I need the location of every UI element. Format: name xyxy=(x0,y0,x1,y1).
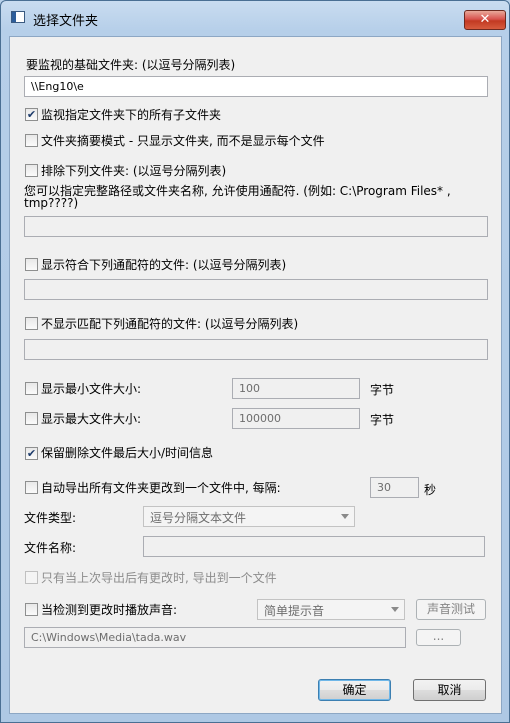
min-size-unit: 字节 xyxy=(370,383,395,397)
close-button[interactable]: ✕ xyxy=(464,10,506,30)
chevron-down-icon xyxy=(391,607,399,612)
title-bar[interactable]: 选择文件夹 ✕ xyxy=(1,1,509,33)
file-type-selected: 逗号分隔文本文件 xyxy=(150,511,247,525)
export-interval-value: 30 xyxy=(377,481,391,494)
file-type-label: 文件类型: xyxy=(24,511,77,525)
exclude-folders-label: 排除下列文件夹: (以逗号分隔列表) xyxy=(41,164,227,178)
base-folders-label: 要监视的基础文件夹: (以逗号分隔列表) xyxy=(26,58,236,72)
exclude-folders-checkbox[interactable] xyxy=(25,164,38,177)
include-wildcards-input[interactable] xyxy=(24,279,488,300)
file-name-input[interactable] xyxy=(143,536,485,557)
window-icon xyxy=(11,11,25,23)
browse-sound-button[interactable]: ... xyxy=(416,629,461,646)
export-only-changed-checkbox[interactable] xyxy=(25,571,38,584)
sound-selected: 简单提示音 xyxy=(264,604,325,618)
min-size-value: 100 xyxy=(239,382,260,395)
play-sound-label: 当检测到更改时播放声音: xyxy=(41,603,178,617)
dialog-window: 选择文件夹 ✕ 要监视的基础文件夹: (以逗号分隔列表) \\Eng10\e 监… xyxy=(0,0,510,723)
exclude-wildcards-label: 不显示匹配下列通配符的文件: (以逗号分隔列表) xyxy=(41,317,299,331)
min-size-label: 显示最小文件大小: xyxy=(41,382,142,396)
cancel-button[interactable]: 取消 xyxy=(413,679,486,701)
play-sound-checkbox[interactable] xyxy=(25,603,38,616)
exclude-help-text: 您可以指定完整路径或文件夹名称, 允许使用通配符. (例如: C:\Progra… xyxy=(24,184,451,198)
dialog-client-area: 要监视的基础文件夹: (以逗号分隔列表) \\Eng10\e 监视指定文件夹下的… xyxy=(9,36,502,714)
max-size-checkbox[interactable] xyxy=(25,412,38,425)
include-wildcards-label: 显示符合下列通配符的文件: (以逗号分隔列表) xyxy=(41,258,287,272)
sound-test-button[interactable]: 声音测试 xyxy=(416,599,486,620)
sound-select[interactable]: 简单提示音 xyxy=(257,599,405,620)
auto-export-checkbox[interactable] xyxy=(25,481,38,494)
export-interval-input[interactable]: 30 xyxy=(370,477,419,498)
exclude-folders-input[interactable] xyxy=(24,216,488,237)
export-only-changed-label: 只有当上次导出后有更改时, 导出到一个文件 xyxy=(41,571,277,585)
keep-deleted-label: 保留删除文件最后大小/时间信息 xyxy=(41,446,214,460)
file-name-label: 文件名称: xyxy=(24,541,77,555)
include-wildcards-checkbox[interactable] xyxy=(25,258,38,271)
window-title: 选择文件夹 xyxy=(33,14,99,29)
chevron-down-icon xyxy=(341,514,349,519)
sound-path-value: C:\Windows\Media\tada.wav xyxy=(31,631,187,644)
max-size-value: 100000 xyxy=(239,412,281,425)
max-size-label: 显示最大文件大小: xyxy=(41,412,142,426)
base-folders-value: \\Eng10\e xyxy=(31,80,84,93)
auto-export-label: 自动导出所有文件夹更改到一个文件中, 每隔: xyxy=(41,481,281,495)
sound-path-input[interactable]: C:\Windows\Media\tada.wav xyxy=(24,627,406,648)
ok-button[interactable]: 确定 xyxy=(318,679,391,701)
subfolders-checkbox[interactable] xyxy=(25,108,38,121)
base-folders-input[interactable]: \\Eng10\e xyxy=(24,76,488,97)
exclude-wildcards-input[interactable] xyxy=(24,339,488,360)
export-interval-unit: 秒 xyxy=(424,483,437,497)
keep-deleted-checkbox[interactable] xyxy=(25,447,38,460)
max-size-unit: 字节 xyxy=(370,413,395,427)
max-size-input[interactable]: 100000 xyxy=(232,408,360,429)
min-size-checkbox[interactable] xyxy=(25,382,38,395)
file-type-select[interactable]: 逗号分隔文本文件 xyxy=(143,506,355,527)
min-size-input[interactable]: 100 xyxy=(232,378,360,399)
summary-mode-label: 文件夹摘要模式 - 只显示文件夹, 而不是显示每个文件 xyxy=(41,134,325,148)
subfolders-label: 监视指定文件夹下的所有子文件夹 xyxy=(41,108,222,122)
summary-mode-checkbox[interactable] xyxy=(25,134,38,147)
exclude-wildcards-checkbox[interactable] xyxy=(25,317,38,330)
exclude-help-text-2: tmp????) xyxy=(24,196,79,210)
